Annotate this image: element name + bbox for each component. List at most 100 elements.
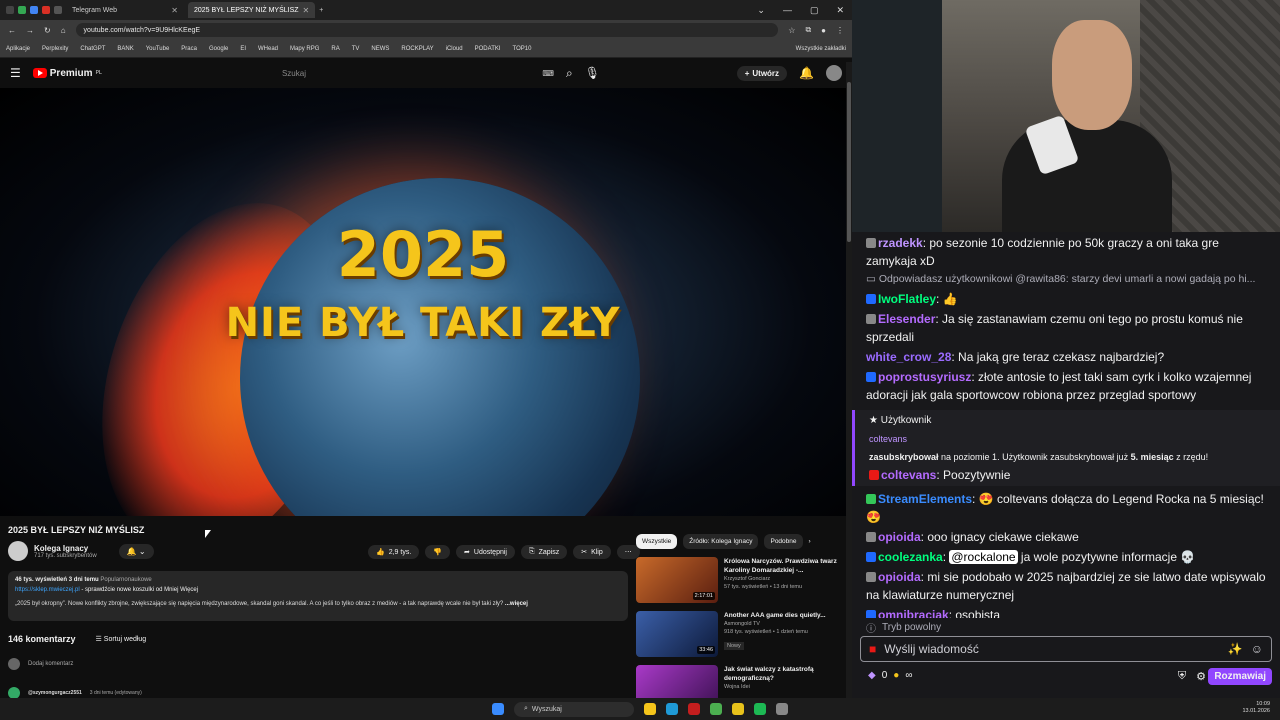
spotify-icon[interactable] (754, 703, 766, 715)
chat-username[interactable]: coltevans (881, 468, 936, 482)
scrollbar-thumb[interactable] (847, 82, 851, 242)
bookmark-star-icon[interactable]: ☆ (788, 26, 795, 35)
bookmark-item[interactable]: Aplikacje (6, 46, 30, 52)
url-field[interactable]: youtube.com/watch?v=9U9HlcKEegE (75, 23, 779, 37)
youtube-logo[interactable]: Premium PL (32, 68, 102, 79)
account-avatar[interactable] (826, 65, 842, 81)
chat-mention[interactable]: @rockalone (949, 550, 1018, 564)
bookmark-item[interactable]: RA (331, 46, 339, 52)
bookmark-item[interactable]: iCloud (446, 46, 463, 52)
related-channel[interactable]: Asmongold TV (724, 620, 826, 628)
tab-icon[interactable] (42, 6, 50, 14)
related-title[interactable]: Jak świat walczy z katastrofą demografic… (724, 665, 846, 683)
save-button[interactable]: ⎘ Zapisz (520, 545, 568, 559)
gear-icon[interactable]: ⚙ (1196, 670, 1206, 683)
description-link[interactable]: https://sklep.mwieczej.pl (15, 587, 80, 593)
bookmark-item[interactable]: ROCKPLAY (401, 46, 433, 52)
chat-username[interactable]: white_crow_28 (866, 350, 951, 364)
notes-icon[interactable] (732, 703, 744, 715)
channel-points[interactable]: ◆ 0 ● ∞ (868, 670, 912, 681)
bookmark-item[interactable]: NEWS (371, 46, 389, 52)
tab-icon[interactable] (6, 6, 14, 14)
subscribed-bell-button[interactable]: 🔔 ⌄ (118, 543, 154, 559)
edge-icon[interactable] (666, 703, 678, 715)
bookmark-item[interactable]: TV (352, 46, 360, 52)
back-icon[interactable]: ← (8, 26, 16, 35)
chip-similar[interactable]: Podobne (764, 534, 803, 549)
sub-user[interactable]: coltevans (869, 430, 1266, 448)
video-thumbnail[interactable]: 33:46 (636, 611, 718, 657)
minimize-icon[interactable]: — (783, 5, 792, 16)
bookmark-item[interactable]: ChatGPT (80, 46, 105, 52)
close-window-icon[interactable]: ✕ (836, 5, 844, 16)
obs-icon[interactable] (776, 703, 788, 715)
close-icon[interactable]: ✕ (171, 6, 178, 15)
video-thumbnail[interactable]: 2:17:01 (636, 557, 718, 603)
add-comment-row[interactable]: Dodaj komentarz (8, 658, 73, 670)
category-tag[interactable]: Popularnonaukowe (100, 577, 151, 583)
dislike-button[interactable]: 👎 (425, 545, 451, 559)
search-icon[interactable]: ⌕ (566, 66, 573, 81)
chat-input[interactable]: ■ Wyślij wiadomość ✨ ☺ (860, 636, 1272, 662)
file-explorer-icon[interactable] (644, 703, 656, 715)
taskbar-search[interactable]: ⌕ Wyszukaj (514, 701, 634, 717)
related-video[interactable]: 33:46 Another AAA game dies quietly... A… (636, 611, 846, 657)
profile-icon[interactable]: ● (821, 26, 826, 35)
like-button[interactable]: 👍 2,9 tys. (368, 545, 420, 559)
system-clock[interactable]: 10:09 13.01.2026 (1242, 701, 1270, 715)
magic-wand-icon[interactable]: ✨ (1228, 642, 1243, 656)
app-icon[interactable] (688, 703, 700, 715)
description-box[interactable]: 46 tys. wyświetleń 3 dni temu Popularnon… (8, 571, 628, 621)
related-video[interactable]: 2:17:01 Królowa Narcyzów. Prawdziwa twar… (636, 557, 846, 603)
chip-source[interactable]: Źródło: Kolega Ignacy (683, 534, 759, 549)
sort-button[interactable]: ☰ Sortuj według (96, 635, 147, 643)
tab-search-icon[interactable]: ⌄ (757, 5, 765, 16)
share-button[interactable]: ➦ Udostępnij (456, 545, 515, 559)
bookmark-item[interactable]: Mapy RPG (290, 46, 319, 52)
reply-preview[interactable]: ▭ Odpowiadasz użytkownikowi @rawita86: s… (866, 270, 1266, 288)
chip-all[interactable]: Wszystkie (636, 534, 678, 549)
keyboard-icon[interactable]: ⌨ (542, 69, 554, 78)
chat-username[interactable]: opioida (878, 570, 921, 584)
related-title[interactable]: Królowa Narcyzów. Prawdziwa twarz Karoli… (724, 557, 846, 575)
extensions-icon[interactable]: ⧉ (805, 25, 811, 35)
close-icon[interactable]: ✕ (303, 6, 310, 15)
bookmark-item[interactable]: BANK (117, 46, 133, 52)
more-link[interactable]: ...więcej (505, 601, 528, 607)
search-input[interactable]: Szukaj ⌨ (274, 64, 554, 82)
all-bookmarks[interactable]: Wszystkie zakładki (796, 46, 846, 52)
tab-youtube[interactable]: 2025 BYŁ LEPSZY NIŻ MYŚLISZ ✕ (188, 2, 316, 18)
create-button[interactable]: + Utwórz (736, 65, 788, 81)
home-icon[interactable]: ⌂ (61, 26, 66, 35)
chat-username[interactable]: coolezanka (878, 550, 943, 564)
commenter-name[interactable]: @szymongurgacz2551 (28, 690, 82, 696)
start-icon[interactable] (492, 703, 504, 715)
bookmark-item[interactable]: YouTube (146, 46, 170, 52)
menu-icon[interactable]: ⋮ (836, 26, 844, 35)
tab-icon[interactable] (18, 6, 26, 14)
channel-avatar[interactable] (8, 541, 28, 561)
clip-button[interactable]: ✂ Klip (573, 545, 611, 559)
forward-icon[interactable]: → (26, 26, 34, 35)
chrome-icon[interactable] (710, 703, 722, 715)
chat-username[interactable]: StreamElements (878, 492, 972, 506)
bookmark-item[interactable]: Praca (181, 46, 197, 52)
tab-icon[interactable] (54, 6, 62, 14)
chat-username[interactable]: IwoFlatley (878, 292, 936, 306)
related-channel[interactable]: Krzysztof Gonciarz (724, 575, 846, 583)
related-channel[interactable]: Wojna Idei (724, 683, 846, 691)
reload-icon[interactable]: ↻ (44, 26, 51, 35)
tab-icon[interactable] (30, 6, 38, 14)
maximize-icon[interactable]: ▢ (810, 5, 819, 16)
bookmark-item[interactable]: TOP10 (513, 46, 532, 52)
bookmark-item[interactable]: Perplexity (42, 46, 68, 52)
chat-username[interactable]: Elesender (878, 312, 935, 326)
chat-username[interactable]: opioida (878, 530, 921, 544)
mic-icon[interactable]: 🎙 (585, 66, 600, 80)
chat-username[interactable]: poprostusyriusz (878, 370, 971, 384)
notifications-bell-icon[interactable]: 🔔 (799, 66, 814, 80)
chevron-right-icon[interactable]: › (809, 538, 811, 545)
video-player[interactable]: 2025 NIE BYŁ TAKI ZŁY (0, 88, 846, 516)
bookmark-item[interactable]: PODATKI (475, 46, 501, 52)
bookmark-item[interactable]: EI (240, 46, 246, 52)
